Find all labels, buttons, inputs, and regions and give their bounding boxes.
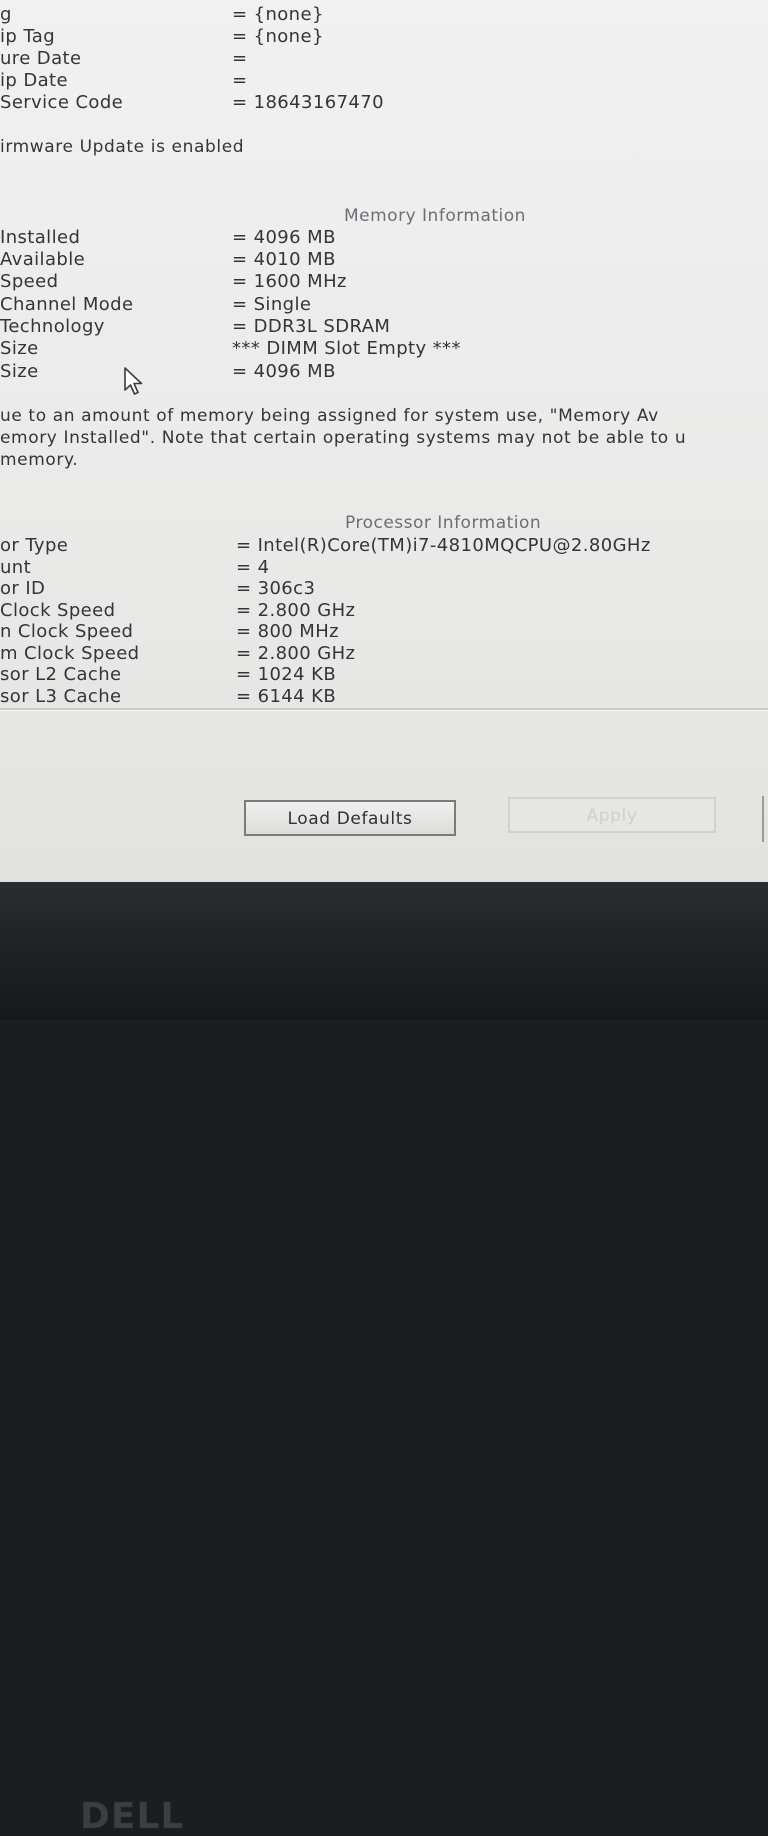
processor-label: sor L2 Cache bbox=[0, 664, 122, 685]
content-divider bbox=[0, 708, 768, 711]
dell-logo: DELL bbox=[80, 1796, 184, 1836]
bios-system-information-screen: g = {none} ip Tag = {none} ure Date = ip… bbox=[0, 0, 768, 882]
processor-value: = 2.800 GHz bbox=[236, 643, 356, 664]
memory-value: = 1600 MHz bbox=[232, 271, 347, 292]
memory-label: Channel Mode bbox=[0, 294, 134, 315]
memory-note-line-3: memory. bbox=[0, 450, 79, 470]
processor-label: sor L3 Cache bbox=[0, 686, 122, 707]
info-label: ure Date bbox=[0, 48, 82, 69]
processor-label: Clock Speed bbox=[0, 600, 116, 621]
processor-section-heading: Processor Information bbox=[345, 513, 542, 533]
info-value: = bbox=[232, 48, 248, 69]
memory-note-line-1: ue to an amount of memory being assigned… bbox=[0, 406, 659, 426]
memory-value: *** DIMM Slot Empty *** bbox=[232, 338, 461, 359]
load-defaults-button[interactable]: Load Defaults bbox=[244, 800, 456, 836]
laptop-bezel: DELL bbox=[0, 882, 768, 1836]
memory-label: Speed bbox=[0, 271, 59, 292]
info-value: = 18643167470 bbox=[232, 92, 384, 113]
memory-note-line-2: emory Installed". Note that certain oper… bbox=[0, 428, 687, 448]
memory-label: Installed bbox=[0, 227, 81, 248]
info-value: = {none} bbox=[232, 4, 324, 25]
processor-value: = 800 MHz bbox=[236, 621, 339, 642]
info-value: = {none} bbox=[232, 26, 324, 47]
memory-value: = DDR3L SDRAM bbox=[232, 316, 391, 337]
processor-value: = 2.800 GHz bbox=[236, 600, 356, 621]
info-value: = bbox=[232, 70, 248, 91]
firmware-update-note: irmware Update is enabled bbox=[0, 137, 245, 157]
processor-label: or Type bbox=[0, 535, 69, 556]
processor-value: = 1024 KB bbox=[236, 664, 337, 685]
memory-value: = 4010 MB bbox=[232, 249, 336, 270]
processor-value: = 306c3 bbox=[236, 578, 316, 599]
memory-label: Available bbox=[0, 249, 86, 270]
info-label: ip Tag bbox=[0, 26, 56, 47]
processor-value: = Intel(R)Core(TM)i7-4810MQCPU@2.80GHz bbox=[236, 535, 651, 556]
info-label: Service Code bbox=[0, 92, 124, 113]
next-button-edge[interactable] bbox=[762, 796, 768, 842]
dell-logo-text: DELL bbox=[80, 1796, 184, 1836]
memory-label: Technology bbox=[0, 316, 105, 337]
info-label: g bbox=[0, 4, 12, 25]
memory-label: Size bbox=[0, 338, 39, 359]
mouse-pointer-icon bbox=[124, 367, 143, 395]
processor-label: n Clock Speed bbox=[0, 621, 134, 642]
memory-value: = 4096 MB bbox=[232, 361, 336, 382]
processor-label: unt bbox=[0, 557, 32, 578]
memory-value: = 4096 MB bbox=[232, 227, 336, 248]
info-label: ip Date bbox=[0, 70, 68, 91]
memory-label: Size bbox=[0, 361, 39, 382]
memory-value: = Single bbox=[232, 294, 312, 315]
apply-button[interactable]: Apply bbox=[508, 797, 716, 833]
processor-label: m Clock Speed bbox=[0, 643, 140, 664]
processor-label: or ID bbox=[0, 578, 46, 599]
processor-value: = 6144 KB bbox=[236, 686, 337, 707]
processor-value: = 4 bbox=[236, 557, 270, 578]
memory-section-heading: Memory Information bbox=[344, 206, 526, 226]
